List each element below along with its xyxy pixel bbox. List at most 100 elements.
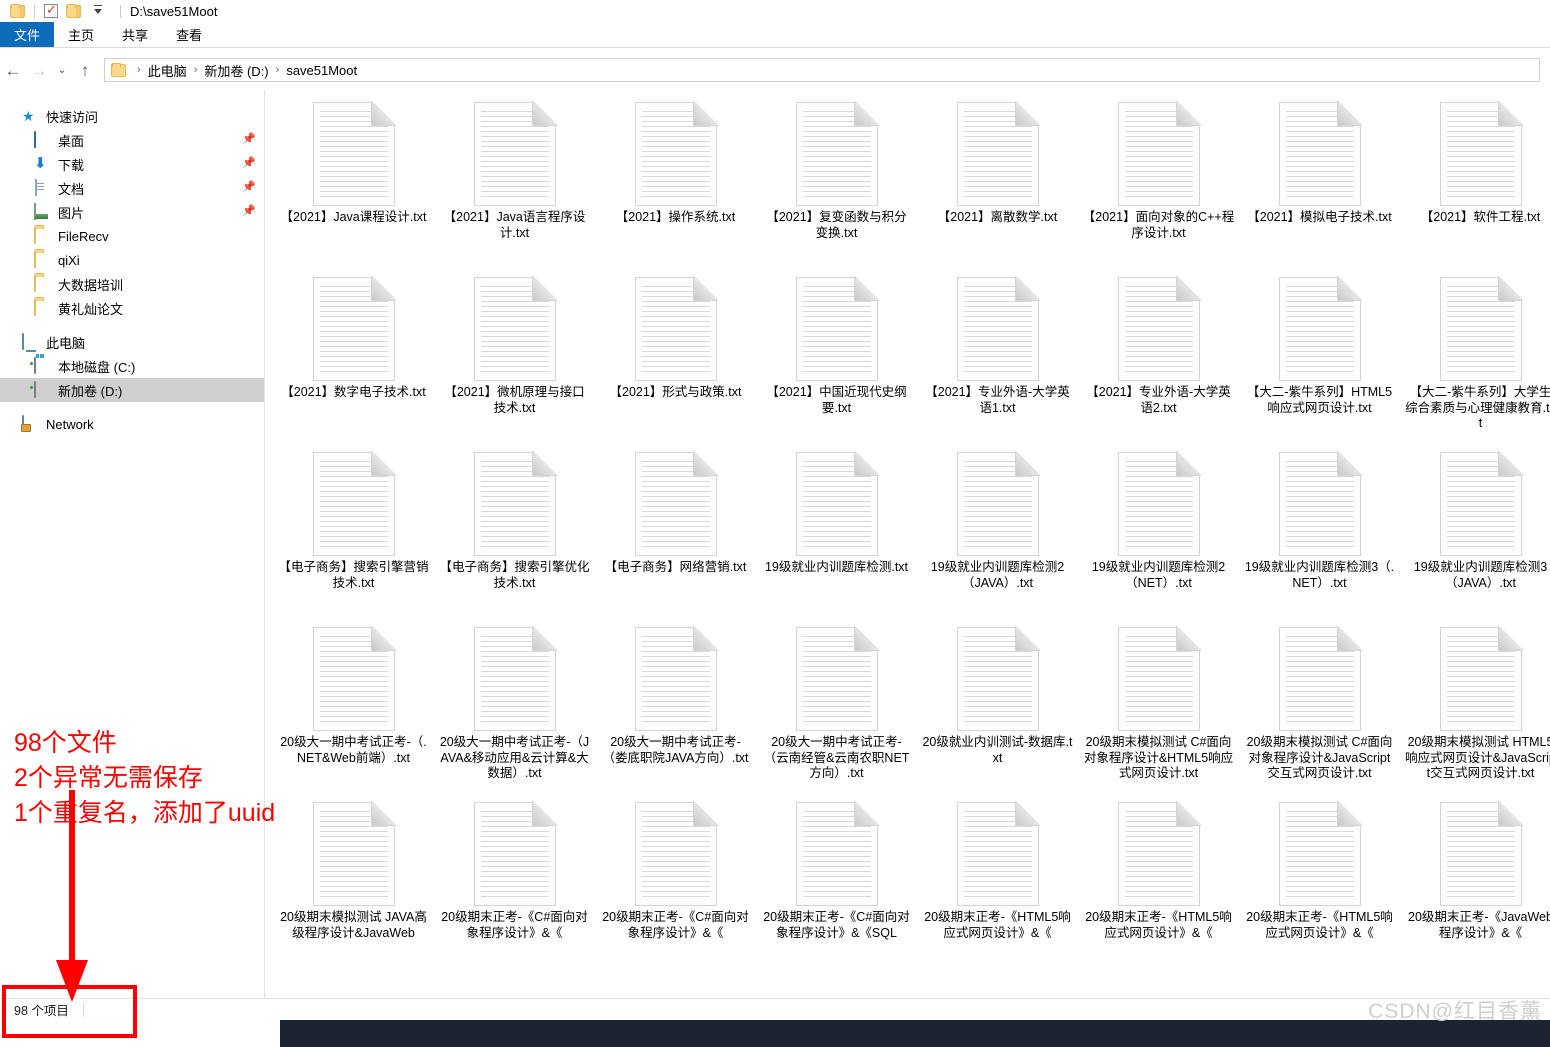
file-item[interactable]: 19级就业内训题库检测2（NET）.txt <box>1078 448 1239 623</box>
file-item[interactable]: 【2021】复变函数与积分变换.txt <box>756 98 917 273</box>
sidebar-item-pictures[interactable]: 图片 📌 <box>0 200 264 224</box>
file-item[interactable]: 20级期末正考-《C#面向对象程序设计》&《 <box>434 798 595 973</box>
file-item[interactable]: 19级就业内训题库检测2（JAVA）.txt <box>917 448 1078 623</box>
file-name-label: 【2021】数字电子技术.txt <box>281 385 426 399</box>
txt-file-icon <box>473 801 557 906</box>
txt-file-icon <box>1117 101 1201 206</box>
sidebar-item-drive-c[interactable]: 本地磁盘 (C:) <box>0 354 264 378</box>
sidebar-item-qixi[interactable]: qiXi <box>0 248 264 272</box>
file-item[interactable]: 20级期末正考-《C#面向对象程序设计》&《 <box>595 798 756 973</box>
file-item[interactable]: 19级就业内训题库检测3（.NET）.txt <box>1239 448 1400 623</box>
sidebar-item-desktop[interactable]: 桌面 📌 <box>0 128 264 152</box>
folder-icon[interactable] <box>10 3 25 18</box>
file-item[interactable]: 20级期末正考-《C#面向对象程序设计》&《SQL <box>756 798 917 973</box>
tab-home[interactable]: 主页 <box>54 22 108 47</box>
folder-icon <box>34 299 51 316</box>
file-item[interactable]: 20级大一期中考试正考-（云南经管&云南农职NET方向）.txt <box>756 623 917 798</box>
txt-file-icon <box>795 451 879 556</box>
back-arrow-icon[interactable]: ← <box>0 62 26 79</box>
file-item[interactable]: 20级期末模拟测试 C#面向对象程序设计&HTML5响应式网页设计.txt <box>1078 623 1239 798</box>
file-item[interactable]: 【2021】软件工程.txt <box>1400 98 1550 273</box>
txt-file-icon <box>956 451 1040 556</box>
sidebar-item-label-drive-d: 新加卷 (D:) <box>58 383 123 399</box>
breadcrumb-separator-1[interactable]: › <box>189 64 203 76</box>
txt-file-icon <box>312 276 396 381</box>
file-item[interactable]: 【2021】形式与政策.txt <box>595 273 756 448</box>
file-item[interactable]: 20级期末正考-《HTML5响应式网页设计》&《 <box>1239 798 1400 973</box>
txt-file-icon <box>312 451 396 556</box>
sidebar-group-quick-access[interactable]: ★ 快速访问 <box>0 104 264 128</box>
breadcrumb[interactable]: › 此电脑 › 新加卷 (D:) › save51Moot <box>104 58 1540 82</box>
pin-icon[interactable]: 📌 <box>242 182 256 193</box>
sidebar-group-this-pc[interactable]: 此电脑 <box>0 330 264 354</box>
breadcrumb-item-this-pc[interactable]: 此电脑 <box>146 61 189 80</box>
file-item[interactable]: 19级就业内训题库检测3（JAVA）.txt <box>1400 448 1550 623</box>
file-item[interactable]: 20级大一期中考试正考-（JAVA&移动应用&云计算&大数据）.txt <box>434 623 595 798</box>
properties-icon[interactable] <box>44 2 58 18</box>
file-item[interactable]: 【大二-紫牛系列】大学生综合素质与心理健康教育.txt <box>1400 273 1550 448</box>
file-name-label: 20级就业内训测试-数据库.txt <box>922 735 1073 765</box>
file-item[interactable]: 20级期末模拟测试 JAVA高级程序设计&JavaWeb <box>273 798 434 973</box>
file-item[interactable]: 【电子商务】网络营销.txt <box>595 448 756 623</box>
recent-locations-caret-icon[interactable]: ⌄ <box>52 64 72 76</box>
file-item[interactable]: 【2021】专业外语-大学英语1.txt <box>917 273 1078 448</box>
file-item[interactable]: 20级期末正考-《HTML5响应式网页设计》&《 <box>917 798 1078 973</box>
file-item[interactable]: 20级大一期中考试正考-（.NET&Web前端）.txt <box>273 623 434 798</box>
tab-view[interactable]: 查看 <box>162 22 216 47</box>
txt-file-icon <box>1117 276 1201 381</box>
file-name-label: 【2021】软件工程.txt <box>1420 210 1541 224</box>
file-item[interactable]: 【2021】模拟电子技术.txt <box>1239 98 1400 273</box>
breadcrumb-separator-2[interactable]: › <box>271 64 285 76</box>
file-item[interactable]: 【2021】离散数学.txt <box>917 98 1078 273</box>
sidebar-item-filerecv[interactable]: FileRecv <box>0 224 264 248</box>
sidebar-item-drive-d[interactable]: 新加卷 (D:) <box>0 378 264 402</box>
file-item[interactable]: 20级就业内训测试-数据库.txt <box>917 623 1078 798</box>
customize-toolbar-caret-icon[interactable] <box>94 9 102 14</box>
pin-icon[interactable]: 📌 <box>242 134 256 145</box>
file-list-pane[interactable]: 【2021】Java课程设计.txt 【2021】Java语言程序设计.txt 【2… <box>265 90 1550 1020</box>
file-item[interactable]: 20级期末模拟测试 HTML5响应式网页设计&JavaScript交互式网页设计… <box>1400 623 1550 798</box>
file-name-label: 【电子商务】搜索引擎优化技术.txt <box>439 560 590 590</box>
file-item[interactable]: 【2021】微机原理与接口技术.txt <box>434 273 595 448</box>
txt-file-icon <box>1439 451 1523 556</box>
up-arrow-icon[interactable]: ↑ <box>72 62 98 79</box>
sidebar-item-thesis[interactable]: 黄礼灿论文 <box>0 296 264 320</box>
file-item[interactable]: 20级大一期中考试正考-（娄底职院JAVA方向）.txt <box>595 623 756 798</box>
file-item[interactable]: 【2021】中国近现代史纲要.txt <box>756 273 917 448</box>
forward-arrow-icon[interactable]: → <box>26 62 52 79</box>
pin-icon[interactable]: 📌 <box>242 158 256 169</box>
sidebar-item-documents[interactable]: 文档 📌 <box>0 176 264 200</box>
file-item[interactable]: 20级期末模拟测试 C#面向对象程序设计&JavaScript交互式网页设计.t… <box>1239 623 1400 798</box>
file-item[interactable]: 【大二-紫牛系列】HTML5 响应式网页设计.txt <box>1239 273 1400 448</box>
breadcrumb-item-drive-d[interactable]: 新加卷 (D:) <box>202 61 270 80</box>
file-item[interactable]: 【2021】Java语言程序设计.txt <box>434 98 595 273</box>
txt-file-icon <box>473 101 557 206</box>
new-folder-icon[interactable] <box>66 3 81 18</box>
tab-share[interactable]: 共享 <box>108 22 162 47</box>
file-name-label: 【2021】操作系统.txt <box>615 210 736 224</box>
breadcrumb-item-save51moot[interactable]: save51Moot <box>284 63 359 78</box>
file-item[interactable]: 【电子商务】搜索引擎优化技术.txt <box>434 448 595 623</box>
file-item[interactable]: 【2021】操作系统.txt <box>595 98 756 273</box>
file-item[interactable]: 【电子商务】搜索引擎营销技术.txt <box>273 448 434 623</box>
breadcrumb-separator-0[interactable]: › <box>132 64 146 76</box>
tab-file[interactable]: 文件 <box>0 22 55 47</box>
main-split: ★ 快速访问 桌面 📌 ⬇ 下载 📌 文档 📌 图片 📌 FileRecv qi… <box>0 90 1550 1020</box>
file-item[interactable]: 20级期末正考-《HTML5响应式网页设计》&《 <box>1078 798 1239 973</box>
sidebar-item-bigdata-training[interactable]: 大数据培训 <box>0 272 264 296</box>
sidebar-item-downloads[interactable]: ⬇ 下载 📌 <box>0 152 264 176</box>
txt-file-icon <box>473 626 557 731</box>
file-item[interactable]: 20级期末正考-《JavaWeb程序设计》&《 <box>1400 798 1550 973</box>
file-item[interactable]: 19级就业内训题库检测.txt <box>756 448 917 623</box>
pin-icon[interactable]: 📌 <box>242 206 256 217</box>
sidebar-group-network[interactable]: Network <box>0 412 264 436</box>
txt-file-icon <box>1117 451 1201 556</box>
file-item[interactable]: 【2021】数字电子技术.txt <box>273 273 434 448</box>
file-item[interactable]: 【2021】面向对象的C++程序设计.txt <box>1078 98 1239 273</box>
status-divider <box>82 1002 84 1017</box>
file-item[interactable]: 【2021】Java课程设计.txt <box>273 98 434 273</box>
pictures-icon <box>34 203 51 220</box>
txt-file-icon <box>956 276 1040 381</box>
file-item[interactable]: 【2021】专业外语-大学英语2.txt <box>1078 273 1239 448</box>
